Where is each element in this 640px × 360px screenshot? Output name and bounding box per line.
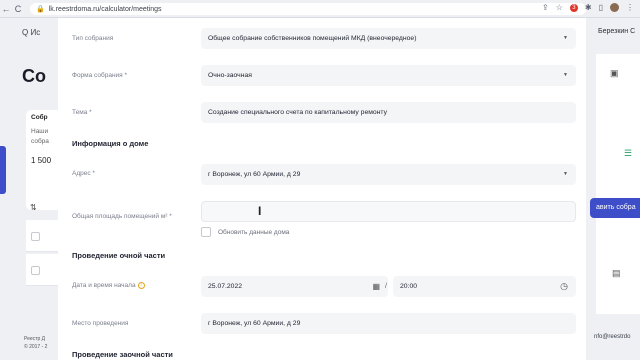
meeting-form-modal: Тип собрания Общее собрание собственнико… xyxy=(58,18,586,360)
meeting-type-select[interactable]: Общее собрание собственников помещений М… xyxy=(201,28,576,49)
footer-copyright: © 2017 - 2 xyxy=(24,344,48,350)
card-price: 1 500 xyxy=(31,156,52,165)
share-icon[interactable]: ⇪ xyxy=(542,3,549,12)
sidebar-icon[interactable]: ▯ xyxy=(599,3,603,12)
chevron-down-icon: ▼ xyxy=(563,35,568,41)
chevron-down-icon: ▼ xyxy=(563,72,568,78)
footer-text: Реестр Д xyxy=(24,336,46,342)
row-checkbox[interactable] xyxy=(31,266,40,275)
address-label: Адрес * xyxy=(72,170,95,177)
background-left-panel: Q Ис Со Собр Наши собра 1 500 ⇅ Реестр Д… xyxy=(0,18,58,360)
card-line-2: собра xyxy=(31,138,49,145)
start-time-value: 20:00 xyxy=(400,283,418,290)
address-select[interactable]: г Воронеж, ул 60 Армии, д 29 ▼ xyxy=(201,164,576,185)
address-value: г Воронеж, ул 60 Армии, д 29 xyxy=(208,171,301,178)
topic-value: Создание специального счета по капитальн… xyxy=(208,109,388,116)
date-time-separator: / xyxy=(385,283,387,290)
sort-icon[interactable]: ⇅ xyxy=(30,203,37,212)
search-text: Q Ис xyxy=(22,28,41,37)
topic-label: Тема * xyxy=(72,109,92,116)
menu-icon[interactable]: ⋮ xyxy=(626,3,634,12)
venue-input[interactable]: г Воронеж, ул 60 Армии, д 29 xyxy=(201,313,576,334)
meeting-form-value: Очно-заочная xyxy=(208,72,252,79)
browser-toolbar: ← C 🔒 lk.reestrdoma.ru/calculator/meetin… xyxy=(0,0,640,18)
meeting-type-label: Тип собрания xyxy=(72,35,114,42)
url-text: lk.reestrdoma.ru/calculator/meetings xyxy=(48,5,162,13)
checklist-icon: ☰ xyxy=(624,148,633,158)
card-line-1: Наши xyxy=(31,128,49,135)
text-cursor-icon: I xyxy=(258,204,262,218)
card-title: Собр xyxy=(31,114,48,121)
address-bar[interactable]: 🔒 lk.reestrdoma.ru/calculator/meetings xyxy=(30,3,586,15)
accent-tab xyxy=(0,146,6,194)
remote-heading: Проведение заочной части xyxy=(72,350,173,359)
area-label: Общая площадь помещений м² * xyxy=(72,213,172,220)
venue-value: г Воронеж, ул 60 Армии, д 29 xyxy=(208,320,301,327)
lock-icon: 🔒 xyxy=(36,6,45,13)
in-person-heading: Проведение очной части xyxy=(72,251,166,260)
update-house-label[interactable]: Обновить данные дома xyxy=(218,229,289,236)
update-house-checkbox[interactable] xyxy=(201,227,211,237)
page-title: Со xyxy=(22,66,46,86)
meeting-form-label: Форма собрания * xyxy=(72,72,128,79)
chevron-down-icon: ▼ xyxy=(563,171,568,177)
start-date-value: 25.07.2022 xyxy=(208,283,243,290)
back-button[interactable]: ← xyxy=(0,0,12,18)
user-name[interactable]: Березкин С xyxy=(598,28,635,35)
archive-icon[interactable]: ▣ xyxy=(610,68,619,79)
profile-avatar[interactable] xyxy=(610,3,619,12)
puzzle-icon[interactable]: ✱ xyxy=(585,3,592,12)
extension-badge[interactable]: 3 xyxy=(569,3,578,12)
start-label: Дата и время начала! xyxy=(72,282,145,289)
house-info-heading: Информация о доме xyxy=(72,139,149,148)
note-icon[interactable]: ▤ xyxy=(612,268,621,279)
support-email: nfo@reestrdo xyxy=(594,334,631,340)
start-date-input[interactable]: 25.07.2022 ▦ xyxy=(201,276,388,297)
row-checkbox[interactable] xyxy=(31,232,40,241)
add-meeting-button[interactable]: авить собра xyxy=(590,198,640,218)
meeting-type-value: Общее собрание собственников помещений М… xyxy=(208,35,417,42)
background-right-panel: Березкин С ▣ ☰ авить собра ▤ nfo@reestrd… xyxy=(586,18,640,360)
topic-input[interactable]: Создание специального счета по капитальн… xyxy=(201,102,576,123)
info-icon[interactable]: ! xyxy=(137,282,145,289)
reload-button[interactable]: C xyxy=(12,0,24,18)
clock-icon[interactable]: ◷ xyxy=(560,276,568,297)
star-icon[interactable]: ☆ xyxy=(556,3,563,12)
calendar-icon[interactable]: ▦ xyxy=(372,276,380,297)
meeting-form-select[interactable]: Очно-заочная ▼ xyxy=(201,65,576,86)
venue-label: Место проведения xyxy=(72,320,129,327)
start-time-input[interactable]: 20:00 ◷ xyxy=(393,276,576,297)
